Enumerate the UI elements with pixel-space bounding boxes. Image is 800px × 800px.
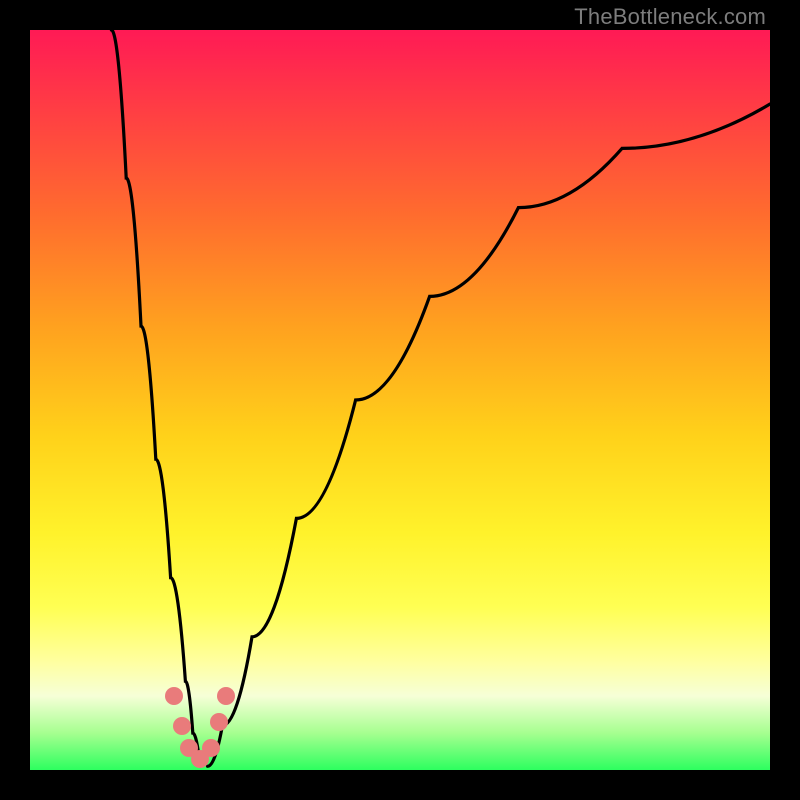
data-point-marker xyxy=(202,739,220,757)
chart-frame: TheBottleneck.com xyxy=(0,0,800,800)
data-point-marker xyxy=(210,713,228,731)
data-point-marker xyxy=(173,717,191,735)
watermark-text: TheBottleneck.com xyxy=(574,4,766,30)
data-point-marker xyxy=(217,687,235,705)
plot-area xyxy=(30,30,770,770)
curve-layer xyxy=(30,30,770,770)
left-branch-curve xyxy=(111,30,200,766)
right-branch-curve xyxy=(208,104,770,766)
